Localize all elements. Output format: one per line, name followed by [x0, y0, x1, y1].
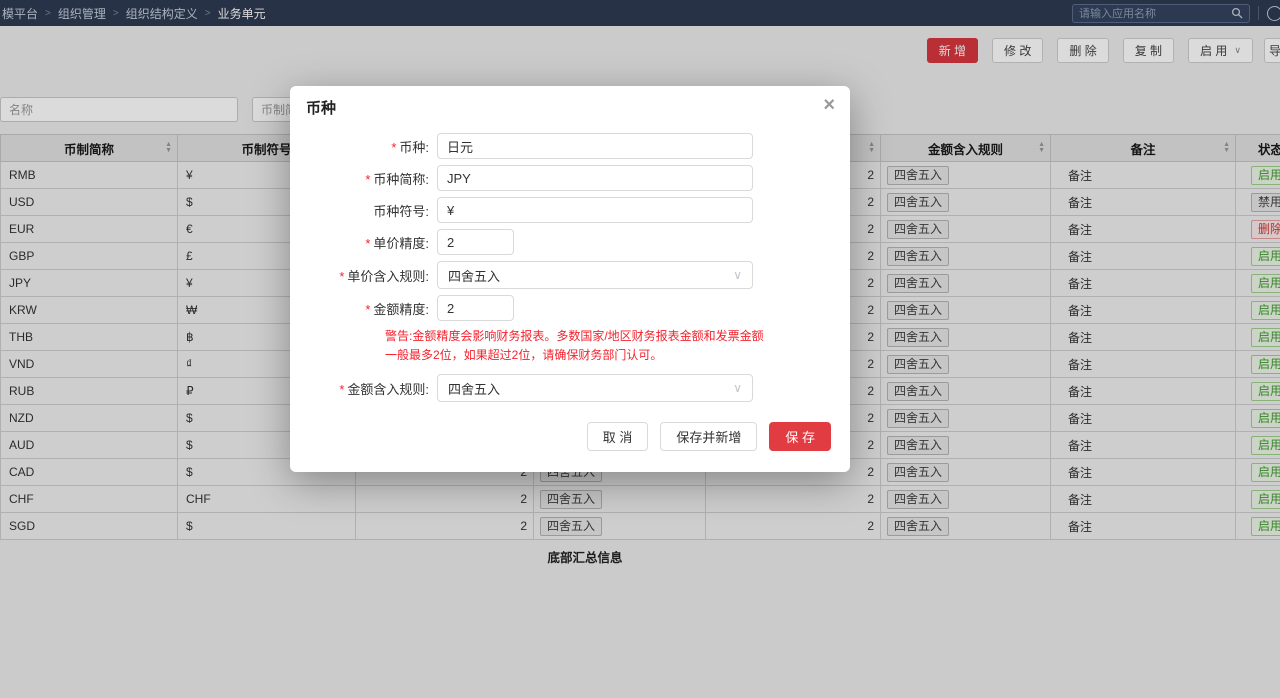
save-button[interactable]: 保 存 [769, 422, 831, 452]
save-and-new-button[interactable]: 保存并新增 [660, 422, 758, 452]
required-asterisk: * [365, 235, 371, 251]
currency-symbol-input[interactable] [437, 197, 753, 223]
required-asterisk: * [365, 301, 371, 317]
required-asterisk: * [339, 268, 345, 284]
currency-dialog: 币种 × *币种:*币种简称:币种符号:*单价精度:*单价含入规则:四舍五入∨*… [290, 86, 850, 473]
currency-code-input[interactable] [437, 165, 753, 191]
currency-name-input[interactable] [437, 133, 753, 159]
cancel-button[interactable]: 取 消 [586, 422, 649, 452]
close-icon[interactable]: × [823, 95, 835, 115]
form-row: * 币种: [314, 133, 826, 159]
field-label: * 单价精度: [365, 235, 429, 251]
field-label: 币种符号: [373, 203, 429, 219]
field-label: * 金额精度: [365, 301, 429, 317]
required-asterisk: * [365, 171, 371, 187]
amount-rounding-select[interactable]: 四舍五入 ∨ [437, 374, 753, 403]
form-row: * 金额精度: [314, 295, 826, 321]
field-label: * 币种: [391, 139, 429, 155]
required-asterisk: * [339, 381, 345, 397]
price-rounding-select[interactable]: 四舍五入 ∨ [437, 261, 753, 289]
form-row: * 金额含入规则: 四舍五入 ∨ [314, 374, 826, 403]
chevron-down-icon: ∨ [733, 268, 742, 282]
price-precision-input[interactable] [437, 229, 514, 255]
chevron-down-icon: ∨ [733, 381, 742, 396]
select-value: 四舍五入 [448, 381, 501, 397]
dialog-footer: 取 消保存并新增保 存 [290, 408, 850, 472]
field-label: * 币种简称: [365, 171, 429, 187]
dialog-title: 币种 [306, 100, 337, 117]
amount-precision-input[interactable] [437, 295, 514, 321]
form-row: * 单价精度: [314, 229, 826, 255]
field-label: * 单价含入规则: [339, 268, 429, 284]
form-row: * 单价含入规则: 四舍五入 ∨ [314, 261, 826, 289]
dialog-header: 币种 × [290, 86, 850, 127]
field-label: * 金额含入规则: [339, 381, 429, 397]
required-asterisk: * [391, 139, 397, 155]
dialog-body: *币种: *币种简称: 币种符号: *单价精度: *单价含入规则: 四舍五入 ∨ *金额精度:… [290, 127, 850, 403]
form-row: * 币种简称: [314, 165, 826, 191]
select-value: 四舍五入 [448, 268, 501, 284]
form-row: 币种符号: [314, 197, 826, 223]
precision-warning-text: 警告:金额精度会影响财务报表。多数国家/地区财务报表金额和发票金额一般最多2位，… [385, 329, 764, 362]
